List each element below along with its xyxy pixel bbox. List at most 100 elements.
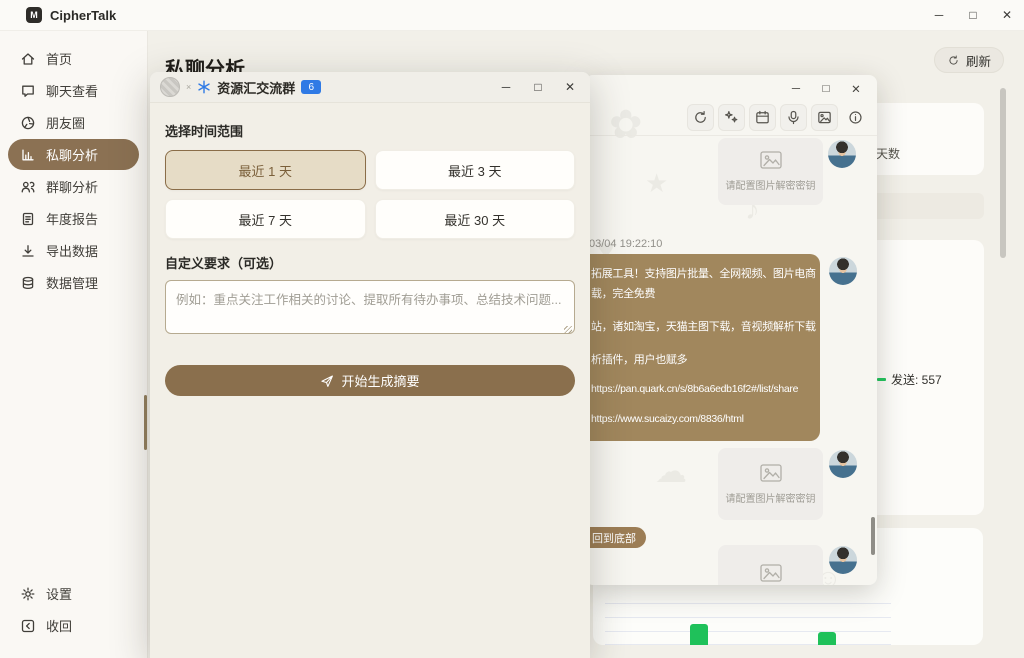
dialog-title: 资源汇交流群	[217, 78, 295, 97]
image-placeholder-icon	[760, 151, 782, 169]
sidebar-scrollbar-thumb[interactable]	[144, 395, 147, 450]
close-icon[interactable]: ✕	[990, 0, 1024, 30]
encrypted-image-placeholder: 请配置图片解密密钥	[718, 138, 823, 205]
info-icon[interactable]	[842, 104, 869, 131]
home-icon	[20, 51, 36, 67]
message-link[interactable]: https://www.sucaizy.com/8836/html	[591, 409, 808, 429]
sidebar-item-label: 设置	[46, 584, 72, 603]
gridline	[605, 603, 891, 604]
maximize-icon[interactable]: □	[522, 74, 554, 100]
encrypted-image-placeholder: 请配置图片解密密钥	[718, 448, 823, 520]
send-icon	[320, 374, 334, 388]
time-range-section-label: 选择时间范围	[165, 121, 575, 140]
sidebar-item-label: 收回	[46, 616, 72, 635]
minimize-icon[interactable]: ─	[781, 77, 811, 101]
time-range-option-7d[interactable]: 最近 7 天	[165, 199, 366, 239]
close-icon[interactable]: ✕	[841, 77, 871, 101]
summary-dialog-body: 选择时间范围 最近 1 天 最近 3 天 最近 7 天 最近 30 天 自定义要…	[150, 103, 590, 406]
resize-grip-icon[interactable]	[564, 326, 572, 334]
moments-icon	[20, 115, 36, 131]
sidebar-item-moments[interactable]: 朋友圈	[8, 107, 139, 138]
group-avatar	[160, 77, 180, 97]
sidebar-item-label: 数据管理	[46, 273, 98, 292]
sidebar-item-data-management[interactable]: 数据管理	[8, 267, 139, 298]
sparkles-icon[interactable]	[718, 104, 745, 131]
app-title: CipherTalk	[50, 8, 116, 23]
message-line: 拓展工具！支持图片批量、全网视频、图片电商	[591, 264, 808, 284]
refresh-icon	[947, 54, 960, 67]
time-range-option-1d[interactable]: 最近 1 天	[165, 150, 366, 190]
image-icon[interactable]	[811, 104, 838, 131]
sidebar-item-settings[interactable]: 设置	[8, 578, 139, 609]
back-to-bottom-button[interactable]: 回到底部	[585, 527, 646, 548]
custom-requirements-input[interactable]	[165, 280, 575, 334]
refresh-button[interactable]: 刷新	[934, 47, 1004, 73]
chart-bar	[818, 632, 836, 645]
sidebar: 首页 聊天查看 朋友圈 私聊分析 群聊分析 年度报告 导出数据 数据管理	[0, 30, 148, 658]
chart-legend-sent: 发送: 557	[877, 371, 942, 388]
message-line: 站，诸如淘宝，天猫主图下载，音视频解析下载	[591, 317, 808, 337]
sidebar-item-label: 群聊分析	[46, 177, 98, 196]
gridline	[605, 617, 891, 618]
refresh-icon[interactable]	[687, 104, 714, 131]
summary-dialog: × 资源汇交流群 6 ─ □ ✕ 选择时间范围 最近 1 天 最近 3 天 最近…	[150, 72, 590, 658]
time-range-option-30d[interactable]: 最近 30 天	[375, 199, 576, 239]
mic-icon[interactable]	[780, 104, 807, 131]
sidebar-item-group-analysis[interactable]: 群聊分析	[8, 171, 139, 202]
calendar-icon[interactable]	[749, 104, 776, 131]
sidebar-footer: 设置 收回	[0, 577, 147, 642]
maximize-icon[interactable]: □	[956, 0, 990, 30]
generate-summary-button[interactable]: 开始生成摘要	[165, 365, 575, 396]
chat-window: ✿ ♥ ☀ ♪ ★ ☺ ☁ ✿ ★ ☺ ─ □ ✕ 请配置图片解密密钥 03/0…	[585, 75, 877, 585]
time-range-option-3d[interactable]: 最近 3 天	[375, 150, 576, 190]
chat-scrollbar-thumb[interactable]	[871, 517, 875, 555]
sidebar-item-private-analysis[interactable]: 私聊分析	[8, 139, 139, 170]
maximize-icon[interactable]: □	[811, 77, 841, 101]
encrypted-image-placeholder: 请配置图片解密密钥	[718, 545, 823, 585]
sidebar-item-home[interactable]: 首页	[8, 43, 139, 74]
group-icon	[20, 179, 36, 195]
image-placeholder-icon	[760, 564, 782, 582]
user-avatar[interactable]	[829, 450, 857, 478]
database-icon	[20, 275, 36, 291]
multiply-separator: ×	[186, 82, 191, 92]
chat-icon	[20, 83, 36, 99]
chart-bar	[690, 624, 708, 645]
custom-requirements-wrap	[165, 280, 575, 339]
message-link[interactable]: https://pan.quark.cn/s/8b6a6edb16f2#/lis…	[591, 379, 808, 399]
sidebar-item-export-data[interactable]: 导出数据	[8, 235, 139, 266]
message-line: 析插件，用户也赋多	[591, 350, 808, 370]
close-icon[interactable]: ✕	[554, 74, 586, 100]
main-scrollbar-thumb[interactable]	[1000, 88, 1006, 258]
sidebar-item-annual-report[interactable]: 年度报告	[8, 203, 139, 234]
sidebar-item-label: 聊天查看	[46, 81, 98, 100]
message-line: 载，完全免费	[591, 284, 808, 304]
toolbar-divider	[585, 135, 877, 136]
window-controls: ─ □ ✕	[490, 74, 586, 100]
export-icon	[20, 243, 36, 259]
generate-summary-label: 开始生成摘要	[341, 371, 419, 390]
user-avatar[interactable]	[829, 546, 857, 574]
time-range-options: 最近 1 天 最近 3 天 最近 7 天 最近 30 天	[165, 150, 575, 239]
chat-toolbar	[687, 104, 869, 131]
placeholder-text: 请配置图片解密密钥	[726, 490, 816, 505]
stat-card-label-partial: 天数	[876, 145, 900, 162]
chat-window-titlebar: ─ □ ✕	[585, 75, 877, 103]
sidebar-item-chat-view[interactable]: 聊天查看	[8, 75, 139, 106]
sidebar-item-label: 朋友圈	[46, 113, 85, 132]
sidebar-item-collapse[interactable]: 收回	[8, 610, 139, 641]
snowflake-icon	[197, 80, 211, 94]
sidebar-nav: 首页 聊天查看 朋友圈 私聊分析 群聊分析 年度报告 导出数据 数据管理	[0, 30, 147, 298]
summary-dialog-titlebar: × 资源汇交流群 6 ─ □ ✕	[150, 72, 590, 103]
chat-message-area: 请配置图片解密密钥 03/04 19:22:10 拓展工具！支持图片批量、全网视…	[585, 136, 877, 585]
minimize-icon[interactable]: ─	[922, 0, 956, 30]
user-avatar[interactable]	[829, 257, 857, 285]
legend-color-swatch	[877, 378, 886, 381]
refresh-label: 刷新	[966, 51, 991, 70]
app-logo-icon: M	[26, 7, 42, 23]
bar-chart-icon	[20, 147, 36, 163]
sidebar-item-label: 首页	[46, 49, 72, 68]
user-avatar[interactable]	[828, 140, 856, 168]
chat-message-bubble: 拓展工具！支持图片批量、全网视频、图片电商 载，完全免费 站，诸如淘宝，天猫主图…	[585, 254, 820, 441]
minimize-icon[interactable]: ─	[490, 74, 522, 100]
